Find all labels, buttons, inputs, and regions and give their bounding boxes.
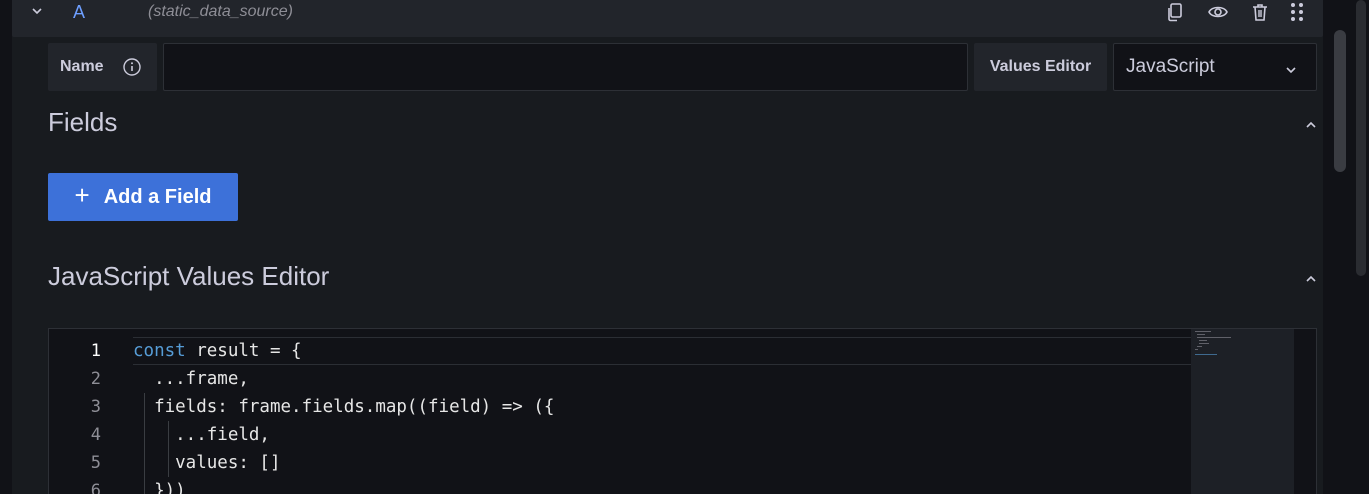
line-number: 6 — [90, 481, 101, 494]
minimap-line — [1199, 343, 1209, 344]
chevron-down-icon — [1284, 61, 1298, 75]
chevron-up-icon[interactable] — [1304, 118, 1318, 132]
code-editor[interactable]: 1 2 3 4 5 6 const result = { ...frame, f… — [48, 328, 1317, 494]
code-minimap[interactable] — [1191, 329, 1294, 494]
duplicate-icon[interactable] — [1164, 1, 1186, 23]
fields-section-title: Fields — [48, 107, 118, 137]
values-editor-label-box: Values Editor — [974, 43, 1107, 91]
chevron-down-icon[interactable] — [30, 4, 44, 18]
datasource-name: (static_data_source) — [148, 3, 293, 20]
query-header[interactable]: A (static_data_source) — [12, 0, 1323, 37]
eye-icon[interactable] — [1207, 1, 1229, 23]
name-label-box: Name — [48, 43, 157, 91]
code-line: fields: frame.fields.map((field) => ({ — [133, 397, 555, 417]
page-scrollbar-thumb[interactable] — [1356, 0, 1366, 276]
info-icon[interactable] — [122, 57, 142, 77]
code-line: ...frame, — [133, 369, 249, 389]
code-line: ...field, — [133, 425, 270, 445]
minimap-line — [1197, 346, 1202, 347]
js-editor-section-title: JavaScript Values Editor — [48, 261, 330, 291]
minimap-line — [1195, 354, 1217, 355]
drag-handle-icon[interactable] — [1286, 1, 1308, 23]
chevron-up-icon[interactable] — [1304, 272, 1318, 286]
values-editor-select[interactable]: JavaScript — [1113, 43, 1317, 91]
code-line: const result = { — [133, 341, 302, 361]
query-ref-id[interactable]: A — [73, 2, 85, 23]
values-editor-selected: JavaScript — [1126, 56, 1215, 77]
name-input[interactable] — [163, 43, 968, 91]
minimap-line — [1199, 340, 1207, 341]
minimap-line — [1197, 337, 1231, 338]
trash-icon[interactable] — [1249, 1, 1271, 23]
minimap-line — [1195, 331, 1211, 332]
values-editor-label: Values Editor — [989, 58, 1092, 75]
add-field-button[interactable]: + Add a Field — [48, 173, 238, 221]
code-line: })) — [133, 481, 186, 494]
minimap-line — [1197, 334, 1205, 335]
panel-scrollbar-thumb[interactable] — [1334, 30, 1346, 172]
plus-icon: + — [74, 180, 90, 210]
line-number: 1 — [90, 341, 101, 361]
minimap-line — [1195, 349, 1198, 350]
name-label: Name — [60, 58, 104, 75]
editor-scrollbar[interactable] — [1294, 329, 1316, 494]
line-number: 5 — [90, 453, 101, 473]
add-field-label: Add a Field — [103, 185, 212, 208]
line-number-gutter: 1 2 3 4 5 6 — [49, 329, 129, 494]
line-number: 3 — [90, 397, 101, 417]
line-number: 4 — [90, 425, 101, 445]
query-editor-panel: A (static_data_source) Name Values Edito… — [12, 0, 1323, 494]
code-line: values: [] — [133, 453, 281, 473]
line-number: 2 — [90, 369, 101, 389]
code-area[interactable]: const result = { ...frame, fields: frame… — [133, 329, 1191, 494]
